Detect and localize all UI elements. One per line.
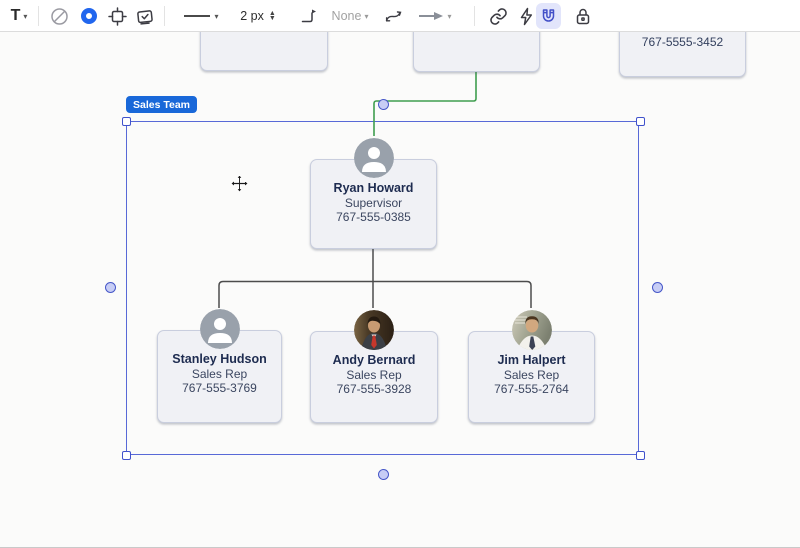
avatar-placeholder-icon <box>199 309 240 349</box>
line-style-icon <box>184 15 211 17</box>
partial-card-phone: 767-5555-3452 <box>641 35 724 49</box>
partial-card-right[interactable]: 767-5555-3452 <box>619 32 746 77</box>
connection-point-top[interactable] <box>377 98 389 110</box>
lightning-icon <box>520 7 532 25</box>
avatar-photo-andy-bernard <box>354 310 394 350</box>
line-start-style-value: None <box>331 9 362 23</box>
canvas[interactable]: Sales Team 767-5555-3452 Ryan Howard Sup… <box>0 32 800 547</box>
toolbar-divider <box>38 6 39 26</box>
avatar-placeholder-icon <box>353 138 394 178</box>
person-name: Ryan Howard <box>333 181 414 195</box>
stroke-width-stepper[interactable]: 2 px ▲ ▼ <box>234 3 282 29</box>
corner-connector-button[interactable] <box>296 3 322 29</box>
toolbar-divider <box>474 6 475 26</box>
connection-point-bottom[interactable] <box>377 468 389 480</box>
chevron-down-icon: ▾ <box>214 11 219 21</box>
stepper-arrows-icon: ▲ ▼ <box>268 10 276 22</box>
avatar-photo-jim-halpert <box>511 310 552 350</box>
person-phone: 767-555-3769 <box>182 381 257 395</box>
fill-color-blue-icon <box>81 8 97 24</box>
lock-button[interactable] <box>569 3 597 29</box>
selection-handle-bottom-right[interactable] <box>635 450 645 460</box>
partial-card-middle[interactable] <box>413 32 540 72</box>
stamp-check-icon <box>137 9 153 25</box>
connection-point-right[interactable] <box>651 281 663 293</box>
text-tool-button[interactable]: T ▾ <box>5 3 33 29</box>
crop-frame-button[interactable] <box>104 3 130 29</box>
crop-frame-icon <box>107 6 127 26</box>
person-name: Andy Bernard <box>332 353 416 367</box>
org-card-ryan-howard[interactable]: Ryan Howard Supervisor 767-555-0385 <box>310 138 437 249</box>
corner-connector-icon <box>301 9 316 23</box>
person-phone: 767-555-0385 <box>336 210 411 224</box>
toolbar-divider <box>164 6 165 26</box>
chevron-down-icon: ▾ <box>447 11 452 21</box>
app-window: T ▾ ▾ 2 px ▲ ▼ None ▾ ▾ Sales Team 767-5… <box>0 0 800 548</box>
person-title: Sales Rep <box>191 366 248 381</box>
magnet-snap-button[interactable] <box>536 3 561 29</box>
connection-point-left[interactable] <box>104 281 116 293</box>
curve-connector-button[interactable] <box>380 3 406 29</box>
selection-handle-bottom-left[interactable] <box>121 450 131 460</box>
text-tool-icon: T <box>10 7 21 24</box>
selection-handle-top-right[interactable] <box>635 116 645 126</box>
person-name: Jim Halpert <box>497 353 566 367</box>
arrow-end-icon <box>419 12 444 20</box>
markup-toolbar: T ▾ ▾ 2 px ▲ ▼ None ▾ ▾ <box>0 0 800 32</box>
org-card-stanley-hudson[interactable]: Stanley Hudson Sales Rep 767-555-3769 <box>157 309 282 423</box>
person-phone: 767-555-3928 <box>336 382 412 396</box>
person-title: Sales Rep <box>503 367 560 382</box>
no-fill-icon <box>50 7 68 25</box>
stamp-check-button[interactable] <box>132 3 158 29</box>
person-name: Stanley Hudson <box>172 352 267 366</box>
group-label-sales-team[interactable]: Sales Team <box>126 96 198 113</box>
lock-icon <box>576 8 590 24</box>
stroke-width-value: 2 px <box>240 9 264 23</box>
curve-connector-icon <box>385 11 401 22</box>
person-phone: 767-555-2764 <box>494 382 569 396</box>
org-card-andy-bernard[interactable]: Andy Bernard Sales Rep 767-555-3928 <box>310 310 438 423</box>
partial-card-left[interactable] <box>200 32 328 71</box>
org-card-jim-halpert[interactable]: Jim Halpert Sales Rep 767-555-2764 <box>468 310 595 423</box>
selection-handle-top-left[interactable] <box>121 116 131 126</box>
arrow-end-style-dropdown[interactable]: ▾ <box>408 3 462 29</box>
no-fill-button[interactable] <box>46 3 72 29</box>
person-title: Sales Rep <box>346 367 402 382</box>
chevron-down-icon: ▾ <box>23 11 28 21</box>
person-title: Supervisor <box>344 195 403 210</box>
line-style-dropdown[interactable]: ▾ <box>178 3 224 29</box>
chevron-down-icon: ▾ <box>364 11 369 21</box>
fill-color-swatch-button[interactable] <box>76 3 102 29</box>
link-button[interactable] <box>484 3 512 29</box>
move-cursor-icon <box>231 175 248 192</box>
group-label-text: Sales Team <box>133 98 191 111</box>
link-icon <box>489 7 507 25</box>
line-start-style-dropdown[interactable]: None ▾ <box>326 3 374 29</box>
magnet-icon <box>542 8 555 22</box>
